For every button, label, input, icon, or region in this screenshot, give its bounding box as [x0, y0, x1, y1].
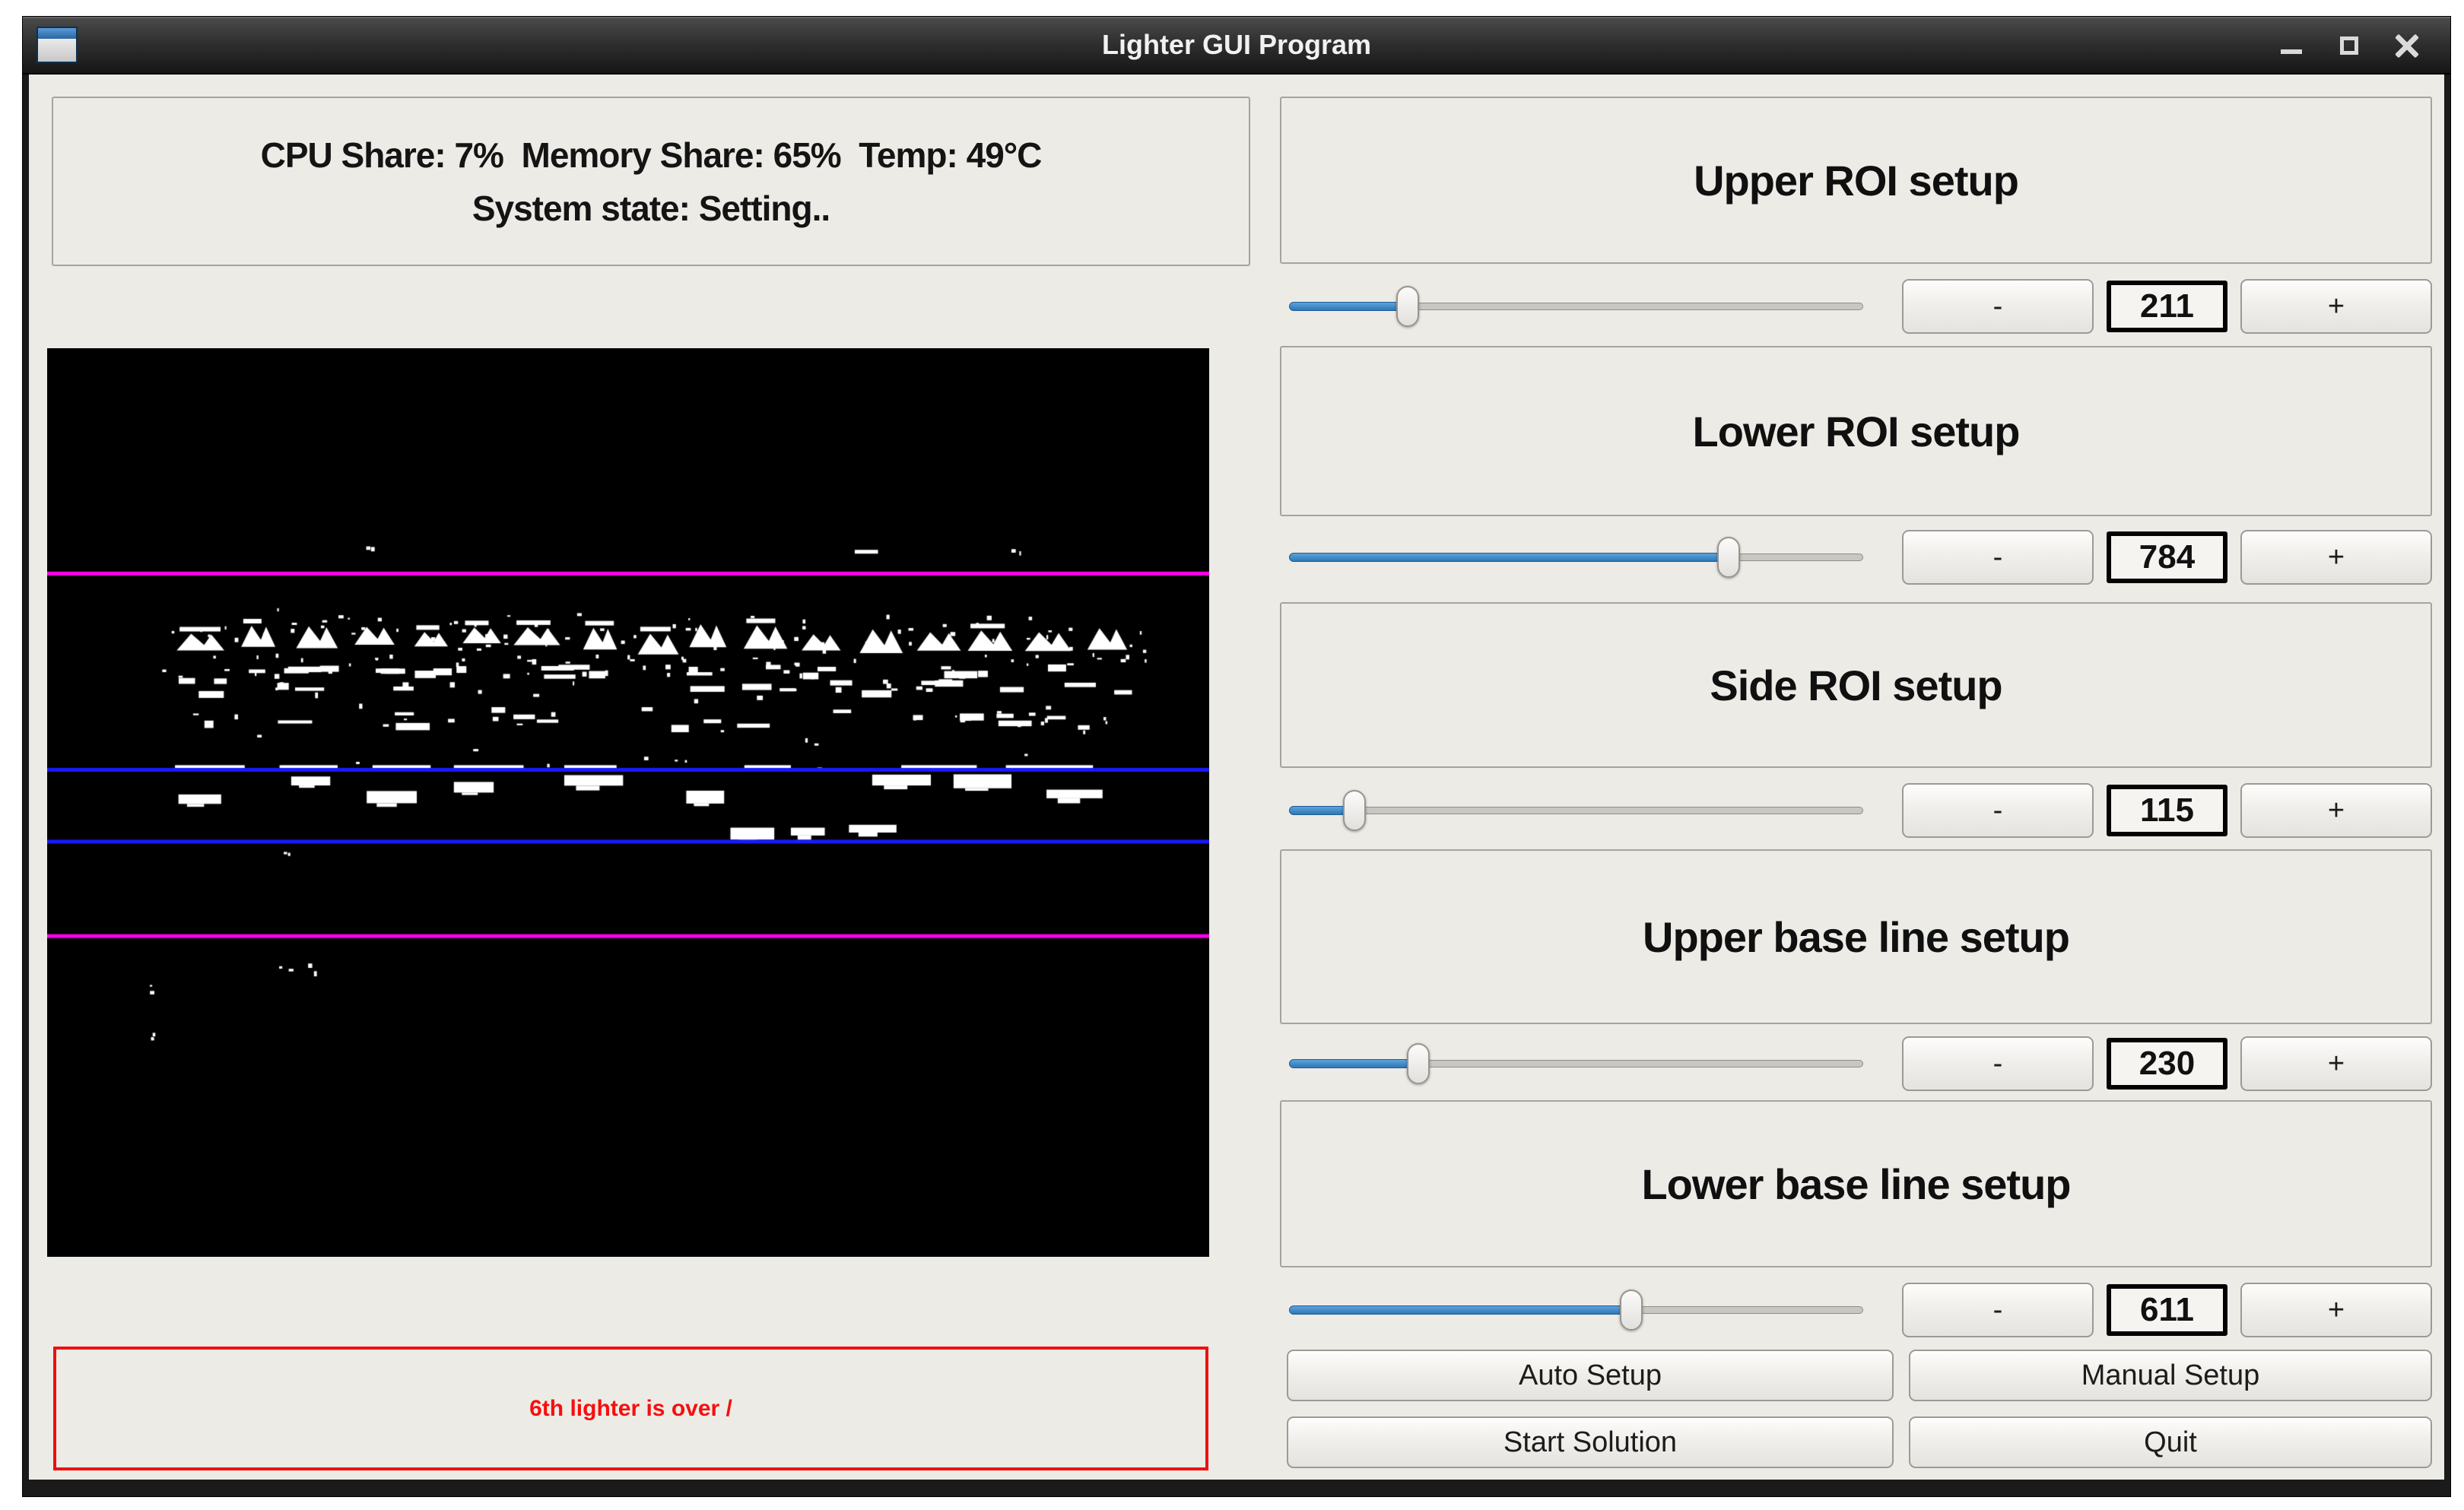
- alert-message-text: 6th lighter is over /: [529, 1396, 732, 1422]
- close-icon: [2395, 33, 2419, 58]
- maximize-icon: [2340, 36, 2358, 55]
- app-window: Lighter GUI Program CPU Share: 7% Memory…: [23, 17, 2450, 1496]
- lower-base-line-slider[interactable]: [1289, 1283, 1863, 1337]
- lower-base-line-value: 611: [2107, 1284, 2227, 1336]
- side-roi-value: 115: [2107, 785, 2227, 836]
- side-roi-title-frame: Side ROI setup: [1280, 602, 2432, 768]
- main-content: CPU Share: 7% Memory Share: 65% Temp: 49…: [29, 75, 2444, 1480]
- alert-message-box: 6th lighter is over /: [53, 1347, 1208, 1470]
- upper-roi-slider-handle[interactable]: [1396, 286, 1419, 327]
- side-roi-title: Side ROI setup: [1710, 661, 2002, 710]
- lower-base-line-slider-handle[interactable]: [1620, 1290, 1643, 1331]
- upper-roi-slider-fill: [1289, 302, 1407, 311]
- titlebar[interactable]: Lighter GUI Program: [23, 17, 2450, 75]
- upper-roi-title: Upper ROI setup: [1694, 156, 2018, 205]
- minimize-icon: [2281, 49, 2302, 54]
- window-controls: [2274, 17, 2424, 75]
- window-title: Lighter GUI Program: [23, 17, 2450, 75]
- upper-base-line-slider-handle[interactable]: [1407, 1043, 1430, 1084]
- auto-setup-button[interactable]: Auto Setup: [1287, 1350, 1894, 1401]
- side-roi-slider-track[interactable]: [1289, 807, 1863, 814]
- lower-base-line-title: Lower base line setup: [1641, 1159, 2070, 1209]
- lower-base-line-increase-button[interactable]: +: [2240, 1283, 2432, 1337]
- upper-base-line-decrease-button[interactable]: -: [1902, 1036, 2094, 1091]
- lower-base-line-decrease-button[interactable]: -: [1902, 1283, 2094, 1337]
- upper-base-line-slider-fill: [1289, 1059, 1418, 1068]
- upper-base-line-controls: - 230 +: [1280, 1036, 2432, 1091]
- side-roi-increase-button[interactable]: +: [2240, 783, 2432, 838]
- lower-roi-decrease-button[interactable]: -: [1902, 530, 2094, 585]
- lower-roi-increase-button[interactable]: +: [2240, 530, 2432, 585]
- status-panel: CPU Share: 7% Memory Share: 65% Temp: 49…: [52, 97, 1250, 266]
- side-roi-slider-handle[interactable]: [1343, 790, 1366, 831]
- upper-roi-slider[interactable]: [1289, 279, 1863, 334]
- manual-setup-button[interactable]: Manual Setup: [1909, 1350, 2432, 1401]
- upper-base-line-increase-button[interactable]: +: [2240, 1036, 2432, 1091]
- status-metrics: CPU Share: 7% Memory Share: 65% Temp: 49…: [261, 135, 1042, 176]
- upper-roi-controls: - 211 +: [1280, 279, 2432, 334]
- lower-roi-slider-track[interactable]: [1289, 554, 1863, 561]
- upper-base-line-slider-track[interactable]: [1289, 1060, 1863, 1067]
- lower-base-line-controls: - 611 +: [1280, 1283, 2432, 1337]
- lower-roi-slider[interactable]: [1289, 530, 1863, 585]
- lower-base-line-slider-track[interactable]: [1289, 1306, 1863, 1314]
- maximize-button[interactable]: [2332, 28, 2367, 63]
- binary-camera-view: [47, 348, 1209, 1257]
- upper-roi-increase-button[interactable]: +: [2240, 279, 2432, 334]
- upper-base-line-value: 230: [2107, 1038, 2227, 1090]
- upper-base-line-slider[interactable]: [1289, 1036, 1863, 1091]
- lower-roi-slider-handle[interactable]: [1717, 537, 1740, 578]
- status-system-state: System state: Setting..: [472, 188, 830, 229]
- upper-roi-slider-track[interactable]: [1289, 303, 1863, 310]
- side-roi-controls: - 115 +: [1280, 783, 2432, 838]
- lower-base-line-slider-fill: [1289, 1305, 1630, 1315]
- side-roi-decrease-button[interactable]: -: [1902, 783, 2094, 838]
- quit-button[interactable]: Quit: [1909, 1416, 2432, 1468]
- minimize-button[interactable]: [2274, 28, 2309, 63]
- lower-roi-controls: - 784 +: [1280, 530, 2432, 585]
- close-button[interactable]: [2389, 28, 2424, 63]
- upper-roi-value: 211: [2107, 281, 2227, 332]
- lower-roi-slider-fill: [1289, 553, 1728, 562]
- lower-roi-value: 784: [2107, 531, 2227, 583]
- upper-roi-decrease-button[interactable]: -: [1902, 279, 2094, 334]
- lower-base-line-title-frame: Lower base line setup: [1280, 1100, 2432, 1267]
- start-solution-button[interactable]: Start Solution: [1287, 1416, 1894, 1468]
- lower-roi-title-frame: Lower ROI setup: [1280, 346, 2432, 516]
- upper-base-line-title: Upper base line setup: [1643, 912, 2069, 962]
- side-roi-slider[interactable]: [1289, 783, 1863, 838]
- upper-base-line-title-frame: Upper base line setup: [1280, 849, 2432, 1024]
- lower-roi-title: Lower ROI setup: [1693, 407, 2020, 456]
- upper-roi-title-frame: Upper ROI setup: [1280, 97, 2432, 264]
